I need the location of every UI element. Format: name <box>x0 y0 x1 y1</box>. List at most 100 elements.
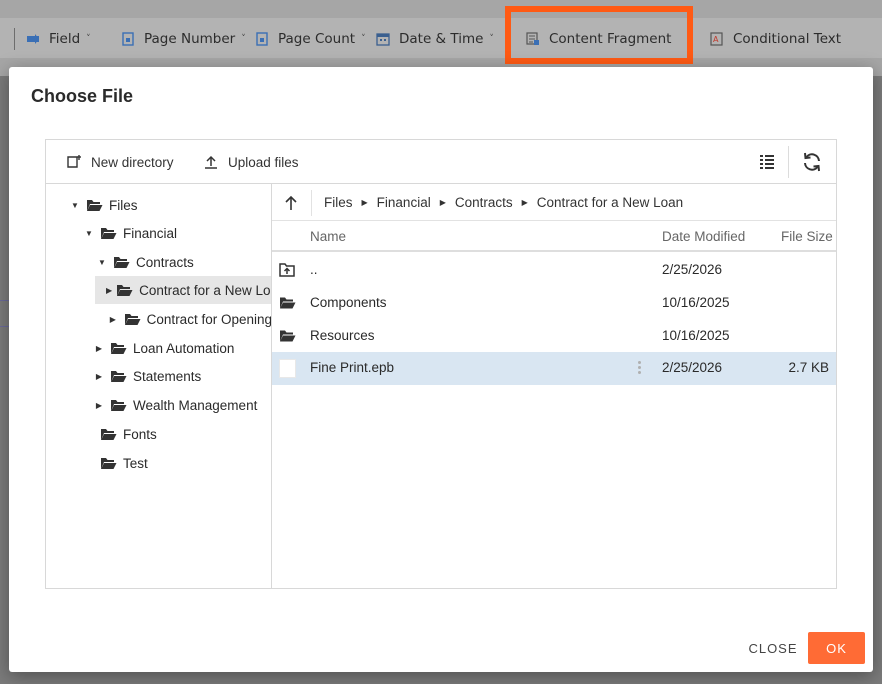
chevron-down-icon: ˅ <box>86 34 91 44</box>
more-options-icon[interactable] <box>638 361 642 376</box>
field-icon <box>26 32 40 46</box>
calendar-icon <box>376 32 390 46</box>
tree-item-label: Loan Automation <box>133 340 235 356</box>
tree-item-label: Fonts <box>123 426 157 442</box>
chevron-down-icon: ˅ <box>489 34 494 44</box>
background-guide-line <box>0 326 9 327</box>
expand-arrow-icon[interactable]: ▶ <box>92 401 106 410</box>
file-size: 2.7 KB <box>788 360 829 375</box>
folder-icon <box>279 296 296 310</box>
file-date: 2/25/2026 <box>662 360 723 375</box>
tree-item-label: Financial <box>123 225 178 241</box>
expand-arrow-icon[interactable]: ▼ <box>68 201 82 210</box>
parent-folder-icon <box>279 263 296 277</box>
file-browser-toolbar: New directory Upload files <box>46 140 836 184</box>
tree-item-test[interactable]: Test <box>96 449 271 477</box>
file-name: Resources <box>310 328 375 343</box>
open-folder-icon <box>116 284 133 297</box>
tree-item-loan-automation[interactable]: ▶ Loan Automation <box>92 334 271 362</box>
open-folder-icon <box>124 313 141 326</box>
svg-text:A: A <box>713 35 719 44</box>
toolbar-divider <box>14 28 15 50</box>
tree-item-label: Wealth Management <box>133 397 258 413</box>
chevron-down-icon: ˅ <box>361 34 366 44</box>
page-count-label: Page Count <box>278 31 356 47</box>
breadcrumb-item[interactable]: Files <box>324 195 353 210</box>
toolbar-divider <box>788 146 789 178</box>
open-folder-icon <box>110 370 127 383</box>
ok-button[interactable]: OK <box>808 632 865 664</box>
file-browser: New directory Upload files ▼ Files ▼ Fin… <box>45 139 837 589</box>
choose-file-dialog: Choose File New directory Upload files ▼… <box>9 67 873 672</box>
field-label: Field <box>49 31 81 47</box>
breadcrumb-separator-icon: ▶ <box>439 198 446 207</box>
expand-arrow-icon[interactable]: ▶ <box>92 372 106 381</box>
table-row[interactable]: .. 2/25/2026 <box>272 254 836 287</box>
up-arrow-icon[interactable] <box>280 193 302 213</box>
column-header-size[interactable]: File Size <box>781 229 833 244</box>
conditional-text-icon: A <box>710 32 724 46</box>
breadcrumb-separator-icon: ▶ <box>361 198 368 207</box>
tree-item-label: Test <box>123 455 148 471</box>
page-count-menu-button[interactable]: Page Count ˅ <box>255 28 366 50</box>
breadcrumb-item[interactable]: Contracts <box>455 195 513 210</box>
tree-item-label: Contract for Opening <box>146 311 272 327</box>
page-number-label: Page Number <box>144 31 236 47</box>
tree-item-files[interactable]: ▼ Files <box>68 191 271 219</box>
tree-item-fonts[interactable]: Fonts <box>96 420 271 448</box>
expand-arrow-icon[interactable]: ▼ <box>95 258 109 267</box>
expand-arrow-icon[interactable]: ▶ <box>106 315 120 324</box>
expand-arrow-icon[interactable]: ▼ <box>82 229 96 238</box>
page-number-menu-button[interactable]: Page Number ˅ <box>121 28 246 50</box>
file-name: Components <box>310 295 387 310</box>
page-number-icon <box>121 32 135 46</box>
open-folder-icon <box>86 199 103 212</box>
open-folder-icon <box>100 227 117 240</box>
column-header-date[interactable]: Date Modified <box>662 229 745 244</box>
upload-files-button[interactable]: Upload files <box>203 140 299 184</box>
table-row[interactable]: Components 10/16/2025 <box>272 287 836 320</box>
breadcrumb-item[interactable]: Financial <box>377 195 431 210</box>
file-date: 2/25/2026 <box>662 262 723 277</box>
column-header-row: Name Date Modified File Size <box>272 221 836 252</box>
open-folder-icon <box>110 399 127 412</box>
breadcrumb-bar: Files ▶ Financial ▶ Contracts ▶ Contract… <box>272 184 836 221</box>
background-guide-line <box>0 300 9 301</box>
field-menu-button[interactable]: Field ˅ <box>26 28 91 50</box>
chevron-down-icon: ˅ <box>241 34 246 44</box>
open-folder-icon <box>110 342 127 355</box>
new-directory-label: New directory <box>91 154 174 170</box>
table-row-selected[interactable]: Fine Print.epb 2/25/2026 2.7 KB <box>272 352 836 385</box>
conditional-text-label: Conditional Text <box>733 31 842 47</box>
file-date: 10/16/2025 <box>662 328 730 343</box>
tree-item-financial[interactable]: ▼ Financial <box>82 219 271 247</box>
breadcrumb: Files ▶ Financial ▶ Contracts ▶ Contract… <box>324 184 683 221</box>
column-header-name[interactable]: Name <box>310 229 346 244</box>
tree-item-contract-new-loan[interactable]: ▶ Contract for a New Loan <box>95 276 271 304</box>
page-count-icon <box>255 32 269 46</box>
tree-item-label: Contracts <box>136 254 194 270</box>
table-row[interactable]: Resources 10/16/2025 <box>272 320 836 353</box>
file-date: 10/16/2025 <box>662 295 730 310</box>
tree-item-statements[interactable]: ▶ Statements <box>92 362 271 390</box>
folder-tree: ▼ Files ▼ Financial ▼ Contracts ▶ Contra… <box>46 184 272 589</box>
new-folder-icon <box>66 154 82 170</box>
tree-item-contracts[interactable]: ▼ Contracts <box>95 248 271 276</box>
details-view-icon[interactable] <box>756 152 778 172</box>
new-directory-button[interactable]: New directory <box>66 140 174 184</box>
tree-item-label: Files <box>109 197 138 213</box>
close-button[interactable]: CLOSE <box>745 632 801 664</box>
expand-arrow-icon[interactable]: ▶ <box>92 344 106 353</box>
expand-arrow-icon[interactable]: ▶ <box>106 286 112 295</box>
conditional-text-button[interactable]: A Conditional Text <box>710 28 841 50</box>
tree-item-wealth-management[interactable]: ▶ Wealth Management <box>92 391 271 419</box>
tree-item-contract-opening[interactable]: ▶ Contract for Opening <box>106 305 272 333</box>
open-folder-icon <box>100 457 117 470</box>
upload-icon <box>203 154 219 170</box>
file-icon <box>279 359 296 378</box>
date-time-menu-button[interactable]: Date & Time ˅ <box>376 28 494 50</box>
breadcrumb-item[interactable]: Contract for a New Loan <box>537 195 683 210</box>
upload-files-label: Upload files <box>228 154 299 170</box>
app-toolbar: Field ˅ Page Number ˅ Page Count ˅ Date … <box>0 0 882 76</box>
refresh-icon[interactable] <box>800 150 824 174</box>
